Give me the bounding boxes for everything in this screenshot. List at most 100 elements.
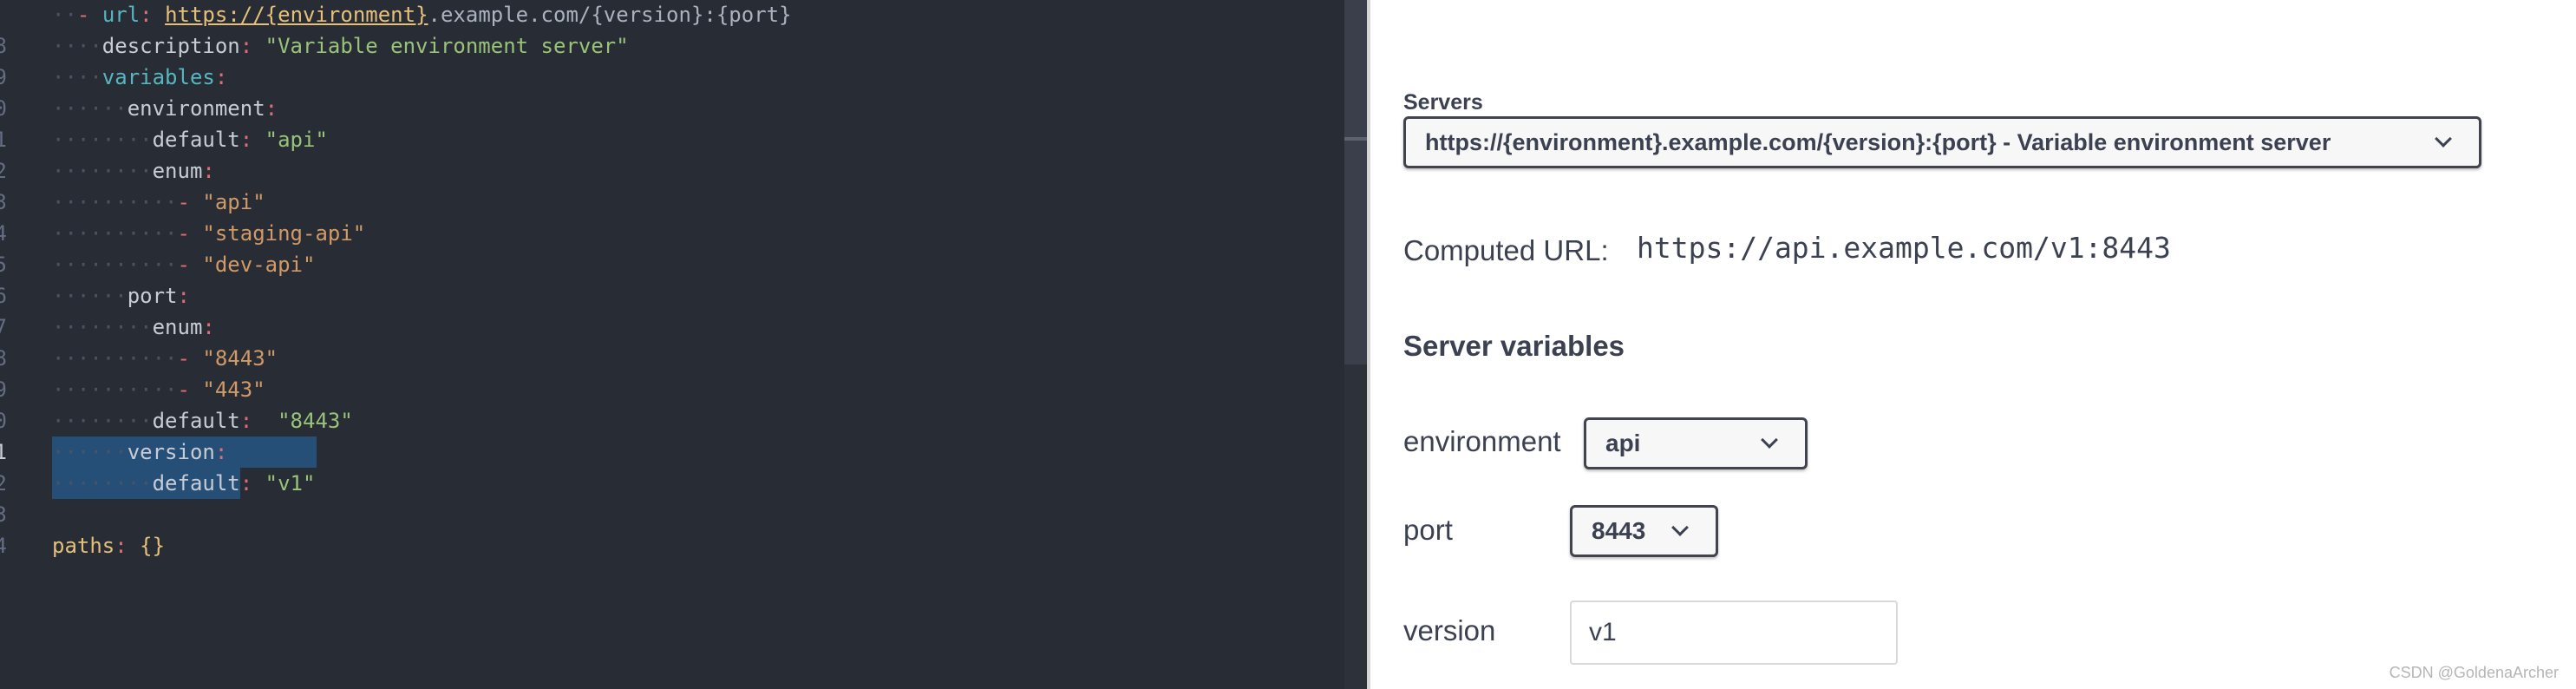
code-editor[interactable]: ··- url: https://{environment}.example.c… [0,0,1367,689]
code-token: ···· [52,65,102,89]
code-token: : [140,3,166,27]
code-token: - [177,346,203,371]
editor-scrollbar-thumb[interactable] [1344,0,1367,364]
code-text: ····variables: [52,62,227,93]
code-token: : [239,409,278,433]
code-token: ·········· [52,253,178,277]
code-token: ········ [52,471,153,495]
editor-scrollbar-marker [1344,137,1367,141]
code-token: ·········· [52,346,178,371]
code-token: https://{environment} [165,3,428,27]
code-line[interactable]: 3 ··········- "api" [0,187,1344,218]
code-text: ······environment: [52,93,278,124]
line-number: 8 [0,346,7,371]
code-token: - [76,3,102,27]
code-text: ··- url: https://{environment}.example.c… [52,0,792,30]
line-number: 8 [0,34,7,58]
code-line[interactable]: 8 ··········- "8443" [0,343,1344,374]
servers-label: Servers [1403,90,1483,115]
chevron-down-icon [1761,431,1778,449]
line-number: 1 [0,440,7,464]
code-text: ··········- "api" [52,187,265,218]
code-token: ······ [52,284,127,308]
code-token: .example.com/{version}:{port} [428,3,792,27]
code-token: : [214,65,228,89]
code-token: "dev-api" [202,253,316,277]
watermark: CSDN @GoldenaArcher [2389,664,2559,681]
code-token: : [265,96,278,121]
code-text: ········default: "api" [52,124,328,155]
code-token: "api" [202,190,265,214]
code-text: ········default: "v1" [52,468,315,499]
code-line[interactable]: ··- url: https://{environment}.example.c… [0,0,1344,30]
code-token: "8443" [202,346,278,371]
code-text: ········enum: [52,312,215,343]
chevron-down-icon [1671,519,1689,536]
code-token: paths [52,534,115,558]
code-line[interactable]: 2 ········enum: [0,155,1344,187]
server-variables-title: Server variables [1403,330,1625,362]
code-token: {} [140,534,166,558]
code-token: ········ [52,315,153,339]
line-number: 2 [0,471,7,495]
code-line[interactable]: 1 ········default: "api" [0,124,1344,155]
code-token: - [177,253,203,277]
code-token: "staging-api" [202,221,366,246]
line-number: 3 [0,190,7,214]
code-token: environment [127,96,265,121]
code-line[interactable]: 1 ······version: [0,436,1344,468]
port-select[interactable]: 8443 [1570,505,1718,557]
code-line[interactable]: 4 paths: {} [0,530,1344,561]
code-text: ······port: [52,280,190,312]
code-token: url [101,3,141,27]
code-token: : [177,284,190,308]
environment-select-value: api [1605,430,1641,456]
code-text: ········default: "8443" [52,405,353,436]
code-token: ······ [52,96,127,121]
line-number: 4 [0,221,7,246]
code-text: ····description: "Variable environment s… [52,30,629,62]
code-line[interactable]: 9 ····variables: [0,62,1344,93]
server-select[interactable]: https://{environment}.example.com/{versi… [1403,116,2481,168]
code-token: : [239,34,265,58]
code-token: - [177,377,203,402]
environment-label: environment [1403,425,1561,457]
code-token: version [127,440,215,464]
code-token: "443" [202,377,265,402]
code-token: "v1" [265,471,316,495]
code-token: ·········· [52,190,178,214]
code-token: enum [152,315,203,339]
code-line[interactable]: 3 [0,499,1344,530]
environment-select[interactable]: api [1584,417,1808,469]
code-token: ·········· [52,221,178,246]
port-select-value: 8443 [1592,517,1646,544]
code-text: ······version: [52,436,227,468]
chevron-down-icon [2435,130,2452,148]
code-line[interactable]: 7 ········enum: [0,312,1344,343]
code-line[interactable]: 0 ······environment: [0,93,1344,124]
code-line[interactable]: 2 ········default: "v1" [0,468,1344,499]
code-token: : [202,159,215,183]
version-input[interactable] [1570,600,1898,665]
code-token: variables [101,65,215,89]
code-line[interactable]: 6 ······port: [0,280,1344,312]
code-line[interactable]: 8 ····description: "Variable environment … [0,30,1344,62]
code-line[interactable]: 0 ········default: "8443" [0,405,1344,436]
code-token: ·· [52,3,77,27]
code-token: "Variable environment server" [265,34,629,58]
line-number: 6 [0,284,7,308]
code-line[interactable]: 4 ··········- "staging-api" [0,218,1344,249]
code-token: ········ [52,409,153,433]
code-line[interactable]: 5 ··········- "dev-api" [0,249,1344,280]
computed-url-label: Computed URL: [1403,234,1609,266]
code-token: : [214,440,228,464]
code-token: default [152,471,240,495]
line-number: 0 [0,409,7,433]
code-token: "8443" [278,409,353,433]
code-text: ··········- "dev-api" [52,249,315,280]
line-number: 7 [0,315,7,339]
line-number: 9 [0,377,7,402]
code-token: enum [152,159,203,183]
code-line[interactable]: 9 ··········- "443" [0,374,1344,405]
code-token: port [127,284,178,308]
